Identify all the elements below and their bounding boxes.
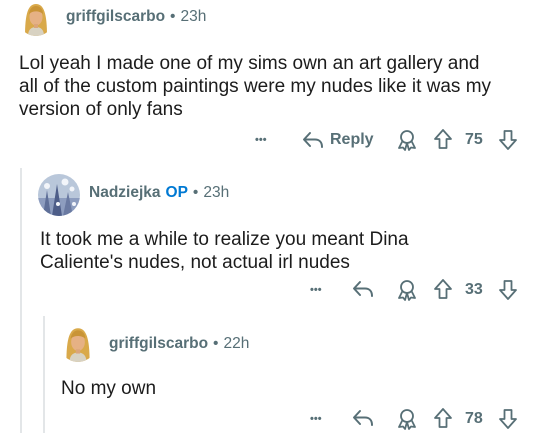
comment-header: griffgilscarbo • 23h bbox=[66, 8, 206, 26]
comment-line: version of only fans bbox=[19, 99, 183, 120]
comment-body: No my own bbox=[61, 377, 521, 400]
upvote-button[interactable] bbox=[432, 128, 454, 150]
timestamp[interactable]: 23h bbox=[203, 184, 229, 202]
sims-avatar-icon bbox=[18, 0, 54, 36]
award-icon bbox=[398, 409, 416, 430]
comment-header: Nadziejka OP • 23h bbox=[89, 184, 229, 202]
snow-avatar-icon bbox=[38, 174, 80, 216]
downvote-button[interactable] bbox=[497, 279, 519, 301]
more-options-button[interactable]: ••• bbox=[310, 280, 322, 300]
reply-arrow-icon bbox=[353, 410, 373, 426]
avatar[interactable] bbox=[38, 174, 80, 216]
username[interactable]: Nadziejka bbox=[89, 184, 161, 202]
upvote-button[interactable] bbox=[432, 278, 454, 300]
upvote-icon bbox=[434, 279, 452, 299]
comment-line: No my own bbox=[61, 378, 157, 399]
award-button[interactable] bbox=[396, 408, 418, 430]
upvote-button[interactable] bbox=[432, 407, 454, 429]
separator-dot: • bbox=[170, 8, 176, 25]
op-badge: OP bbox=[165, 184, 188, 201]
comment-body: It took me a while to realize you meant … bbox=[40, 228, 530, 274]
upvote-icon bbox=[434, 129, 452, 149]
sims-avatar-icon bbox=[59, 324, 97, 362]
comment-line: Lol yeah I made one of my sims own an ar… bbox=[19, 53, 480, 74]
username[interactable]: griffgilscarbo bbox=[66, 8, 165, 26]
timestamp[interactable]: 23h bbox=[180, 8, 206, 26]
comment-header: griffgilscarbo • 22h bbox=[109, 335, 249, 353]
downvote-icon bbox=[499, 280, 517, 300]
separator-dot: • bbox=[192, 184, 199, 201]
reply-arrow-icon bbox=[302, 131, 324, 149]
vote-count: 75 bbox=[465, 131, 483, 148]
timestamp[interactable]: 22h bbox=[223, 335, 249, 353]
vote-count: 33 bbox=[465, 281, 483, 298]
reply-arrow-icon bbox=[353, 281, 373, 297]
avatar[interactable] bbox=[59, 324, 97, 362]
reply-button[interactable]: Reply bbox=[302, 129, 374, 151]
avatar[interactable] bbox=[18, 0, 54, 36]
downvote-icon bbox=[499, 130, 517, 150]
comment-line: all of the custom paintings were my nude… bbox=[19, 76, 492, 97]
thread-line-level-1[interactable] bbox=[20, 168, 22, 433]
comment-line: Caliente's nudes, not actual irl nudes bbox=[40, 252, 350, 273]
separator-dot: • bbox=[213, 335, 219, 352]
reply-label: Reply bbox=[330, 131, 374, 148]
thread-line-level-2[interactable] bbox=[43, 316, 45, 433]
reply-button[interactable] bbox=[352, 280, 374, 298]
more-options-button[interactable]: ••• bbox=[255, 130, 267, 150]
downvote-icon bbox=[499, 409, 517, 429]
award-button[interactable] bbox=[396, 279, 418, 301]
comment-line: It took me a while to realize you meant … bbox=[40, 229, 409, 250]
award-button[interactable] bbox=[396, 129, 418, 151]
more-options-button[interactable]: ••• bbox=[310, 409, 322, 429]
award-icon bbox=[398, 280, 416, 301]
upvote-icon bbox=[434, 408, 452, 428]
downvote-button[interactable] bbox=[497, 408, 519, 430]
username[interactable]: griffgilscarbo bbox=[109, 335, 208, 353]
reply-button[interactable] bbox=[352, 409, 374, 427]
downvote-button[interactable] bbox=[497, 129, 519, 151]
comment-body: Lol yeah I made one of my sims own an ar… bbox=[19, 52, 534, 121]
award-icon bbox=[398, 130, 416, 151]
vote-count: 78 bbox=[465, 410, 483, 427]
